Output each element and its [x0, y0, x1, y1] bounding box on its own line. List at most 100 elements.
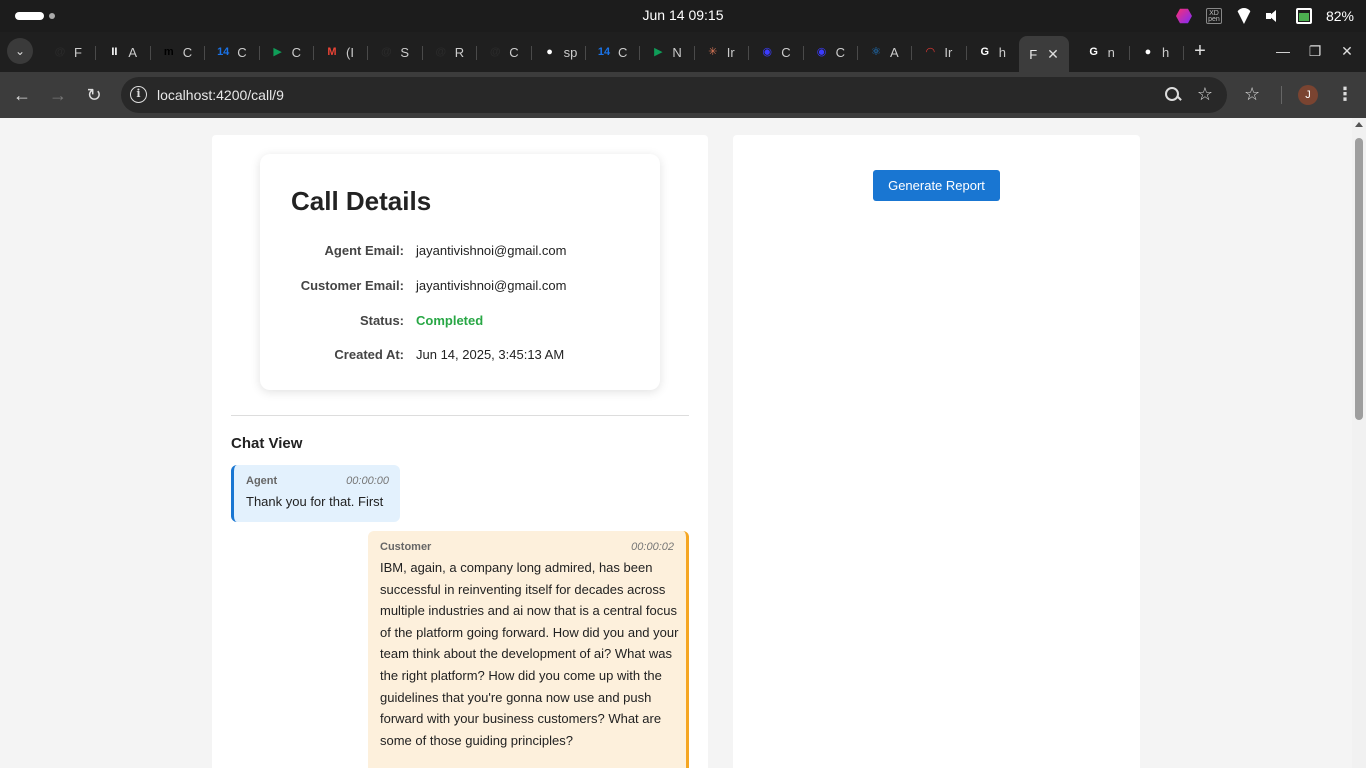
restore-button[interactable]: ❐	[1305, 41, 1325, 61]
bookmarks-icon[interactable]: ☆	[1244, 84, 1260, 105]
browser-tab[interactable]: ▶ N	[640, 36, 694, 68]
tab-favicon-icon: ✳	[708, 46, 718, 58]
tab-title: C	[618, 44, 628, 60]
call-details-card: Call Details Agent Email: jayantivishnoi…	[260, 154, 660, 390]
page-content: Call Details Agent Email: jayantivishnoi…	[0, 118, 1352, 768]
site-info-icon[interactable]: i	[130, 86, 147, 103]
tab-favicon-icon: G	[980, 46, 990, 58]
tab-favicon-icon: ◠	[926, 46, 935, 58]
wifi-icon[interactable]	[1235, 8, 1252, 24]
browser-tab[interactable]: ◠ Ir	[912, 36, 966, 68]
browser-tab[interactable]: Gn	[1076, 36, 1130, 68]
volume-icon[interactable]	[1265, 8, 1282, 24]
message-text: IBM, again, a company long admired, has …	[380, 560, 679, 748]
address-bar[interactable]: i localhost:4200/call/9 ☆	[121, 77, 1227, 113]
tab-title: Ir	[944, 44, 953, 60]
tab-close-icon[interactable]: ✕	[1047, 46, 1059, 63]
message-speaker: Agent	[246, 475, 278, 487]
minimize-button[interactable]: —	[1273, 41, 1293, 61]
tab-favicon-icon: @	[381, 46, 392, 58]
message-timestamp: 00:00:02	[631, 541, 674, 553]
report-panel: Generate Report	[733, 135, 1140, 768]
tab-title: C	[835, 44, 845, 60]
browser-tab[interactable]: @ F	[42, 36, 96, 68]
chat-message-customer: Customer 00:00:02 IBM, again, a company …	[368, 531, 689, 768]
tab-favicon-icon: ▶	[273, 46, 282, 58]
browser-tab[interactable]: @ S	[368, 36, 422, 68]
chat-message-agent: Agent 00:00:00 Thank you for that. First	[231, 465, 400, 522]
browser-tab[interactable]: Gh	[967, 36, 1021, 68]
message-timestamp: 00:00:00	[346, 475, 389, 487]
system-top-bar: Jun 14 09:15 XD pen 82%	[0, 0, 1366, 32]
tab-favicon-icon: @	[54, 46, 66, 58]
browser-tab[interactable]: 14 C	[586, 36, 640, 68]
scroll-up-arrow[interactable]	[1355, 122, 1363, 127]
tab-favicon-icon: m	[163, 46, 174, 58]
detail-label: Customer Email:	[300, 278, 404, 293]
browser-tab[interactable]: ● sp	[532, 36, 586, 68]
zoom-icon[interactable]	[1164, 86, 1182, 104]
browser-tab[interactable]: M (I	[314, 36, 368, 68]
tab-favicon-icon: ◉	[816, 46, 827, 58]
close-window-button[interactable]: ✕	[1337, 41, 1357, 61]
message-speaker: Customer	[380, 541, 432, 553]
tab-favicon-icon: 14	[597, 46, 611, 58]
browser-tab-strip: ⌄ @ F II Am C 14 C ▶ C M (I @ S @ R @ C ● sp 14 C ▶ N ✳ Ir ◉ C ◉ C ⚛ A…	[0, 32, 1366, 72]
message-text: Thank you for that. First	[246, 494, 384, 509]
reload-button[interactable]: ↻	[84, 85, 104, 105]
browser-tab[interactable]: 14 C	[205, 36, 259, 68]
xd-tray-icon[interactable]: XD pen	[1205, 8, 1222, 24]
browser-tab[interactable]: mC	[151, 36, 205, 68]
tab-favicon-icon: ▶	[654, 46, 663, 58]
url-text[interactable]: localhost:4200/call/9	[157, 87, 284, 103]
browser-tab[interactable]: ✳ Ir	[695, 36, 749, 68]
generate-report-button[interactable]: Generate Report	[873, 170, 1000, 201]
tab-favicon-icon: 14	[217, 46, 230, 58]
tab-title: Ir	[726, 44, 735, 60]
forward-button[interactable]: →	[48, 85, 68, 105]
tab-title: R	[454, 44, 465, 60]
system-clock[interactable]: Jun 14 09:15	[0, 7, 1366, 23]
browser-tab[interactable]: @ C	[477, 36, 531, 68]
tab-favicon-icon: G	[1089, 46, 1098, 58]
tab-favicon-icon: M	[327, 46, 337, 58]
tab-favicon-icon: ●	[1144, 46, 1152, 58]
scrollbar-thumb[interactable]	[1355, 138, 1363, 420]
browser-menu-icon[interactable]: ⋮	[1336, 84, 1354, 105]
page-scrollbar[interactable]	[1352, 118, 1366, 768]
tab-favicon-icon: II	[111, 46, 118, 58]
browser-tab[interactable]: ● h	[1130, 36, 1184, 68]
detail-label: Status:	[359, 313, 404, 328]
browser-tab[interactable]: ◉ C	[804, 36, 858, 68]
browser-tab-active[interactable]: F ✕	[1019, 36, 1070, 72]
tab-title: n	[1107, 44, 1115, 60]
tab-title: C	[509, 44, 519, 60]
app-tray-icon[interactable]	[1175, 8, 1192, 24]
tab-title: sp	[563, 44, 578, 60]
browser-tab[interactable]: @ R	[423, 36, 477, 68]
browser-toolbar: ← → ↻ i localhost:4200/call/9 ☆ ☆ J ⋮	[0, 72, 1366, 118]
battery-icon[interactable]	[1295, 8, 1312, 24]
browser-tab[interactable]: ⚛ A	[858, 36, 912, 68]
tab-title: F	[1029, 46, 1038, 62]
tab-favicon-icon: ⚛	[871, 46, 881, 58]
browser-tab[interactable]: ◉ C	[749, 36, 803, 68]
status-badge: Completed	[416, 313, 484, 328]
tab-favicon-icon: ●	[546, 46, 553, 58]
tab-title: N	[672, 44, 682, 60]
new-tab-button[interactable]: +	[1190, 41, 1210, 61]
browser-tab[interactable]: II A	[96, 36, 150, 68]
back-button[interactable]: ←	[12, 85, 32, 105]
bookmark-star-icon[interactable]: ☆	[1197, 84, 1213, 105]
tab-title: C	[291, 44, 301, 60]
tab-title: A	[890, 44, 899, 60]
tab-title: C	[237, 44, 247, 60]
tab-search-button[interactable]: ⌄	[7, 38, 33, 64]
browser-tab[interactable]: ▶ C	[260, 36, 314, 68]
system-tray[interactable]: XD pen 82%	[1175, 6, 1354, 26]
toolbar-divider	[1281, 86, 1282, 104]
detail-label: Created At:	[334, 347, 404, 362]
battery-percent: 82%	[1325, 8, 1354, 24]
profile-avatar[interactable]: J	[1298, 85, 1318, 105]
detail-value: jayantivishnoi@gmail.com	[416, 243, 567, 258]
